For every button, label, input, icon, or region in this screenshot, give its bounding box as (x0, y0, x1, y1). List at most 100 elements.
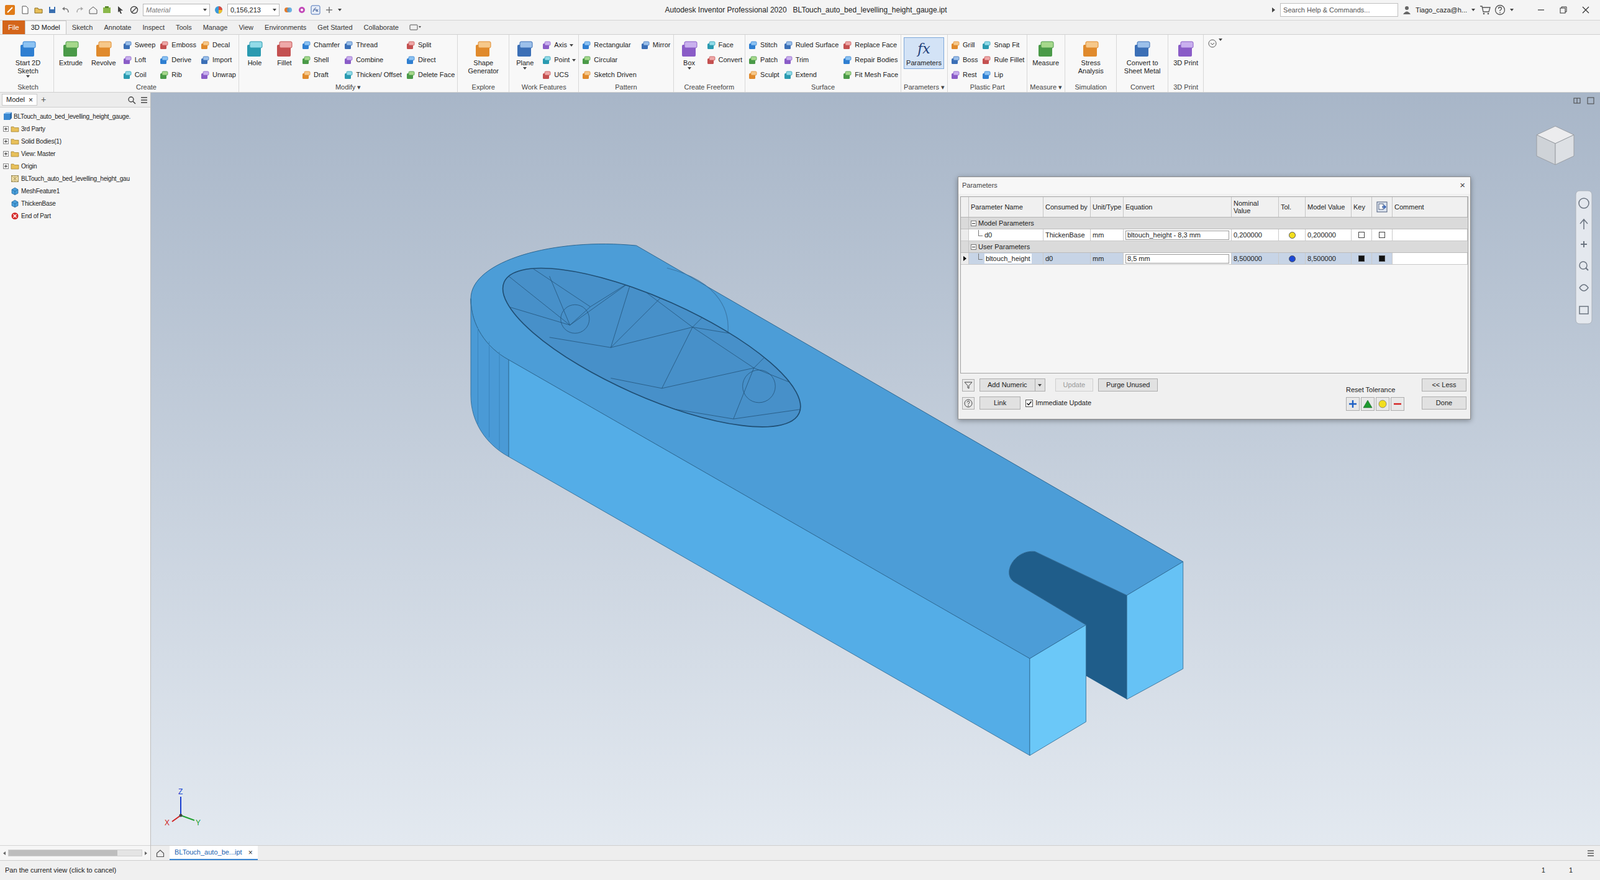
graphics-viewport[interactable]: ZXYParameters×Parameter NameConsumed byU… (150, 92, 1600, 845)
less-button[interactable]: << Less (1421, 378, 1467, 392)
axis-button[interactable]: Axis (541, 38, 576, 52)
browser-item[interactable]: ThickenBase (0, 196, 151, 210)
dialog-title-bar[interactable]: Parameters× (958, 177, 1471, 194)
split-button[interactable]: Split (405, 38, 455, 52)
column-header[interactable]: Parameter Name (968, 196, 1044, 217)
start-2d-sketch-button[interactable]: Start 2D Sketch (4, 37, 51, 80)
replace-face-button[interactable]: Replace Face (842, 38, 899, 52)
browser-item[interactable]: Origin (0, 159, 151, 173)
row-selector[interactable] (960, 252, 969, 265)
add-numeric-button[interactable]: Add Numeric (980, 378, 1035, 391)
direct-button[interactable]: Direct (405, 53, 455, 67)
browser-item[interactable]: Solid Bodies(1) (0, 134, 151, 148)
browser-item[interactable]: End of Part (0, 209, 151, 222)
column-header[interactable]: Consumed by (1043, 196, 1091, 217)
column-header[interactable]: Equation (1123, 196, 1232, 217)
add-numeric-split-button[interactable]: Add Numeric (979, 378, 1046, 392)
key-cell[interactable] (1351, 252, 1373, 265)
ribbon-tab[interactable]: File (2, 20, 25, 35)
ribbon-tab[interactable]: Manage (197, 20, 234, 35)
checkbox[interactable] (1025, 399, 1033, 407)
rule-fillet-button[interactable]: Rule Fillet (981, 53, 1025, 67)
column-header[interactable]: Tol. (1278, 196, 1306, 217)
tolerance-cell[interactable] (1278, 229, 1306, 241)
grill-button[interactable]: Grill (950, 38, 978, 52)
ruled-surface-button[interactable]: Ruled Surface (783, 38, 840, 52)
dialog-close-button[interactable]: × (1459, 178, 1467, 193)
ribbon-tab[interactable]: Collaborate (358, 20, 405, 35)
add-numeric-menu[interactable] (1034, 378, 1045, 391)
reset-tolerance-button[interactable] (1375, 396, 1390, 411)
help-button[interactable] (962, 396, 975, 410)
decal-button[interactable]: Decal (200, 38, 237, 52)
3d-print-button[interactable]: 3D Print (1170, 37, 1201, 69)
expand-toggle[interactable] (3, 150, 9, 157)
parameter-group-row[interactable]: User Parameters (960, 240, 1468, 253)
derive-button[interactable]: Derive (159, 53, 197, 67)
expand-toggle[interactable] (3, 138, 9, 145)
snap-fit-button[interactable]: Snap Fit (981, 38, 1025, 52)
rest-button[interactable]: Rest (950, 68, 978, 82)
parameter-group-row[interactable]: Model Parameters (960, 217, 1468, 230)
comment-cell[interactable] (1392, 229, 1468, 241)
unit-cell[interactable]: mm (1090, 229, 1124, 241)
rib-button[interactable]: Rib (159, 68, 197, 82)
document-tab[interactable]: BLTouch_auto_be...ipt× (169, 845, 258, 860)
shell-button[interactable]: Shell (301, 53, 340, 67)
reset-tolerance-button[interactable] (1360, 396, 1375, 411)
rectangular-button[interactable]: Rectangular (581, 38, 637, 52)
reset-tolerance-button[interactable] (1345, 396, 1360, 411)
document-list-button[interactable] (1581, 845, 1600, 860)
unit-cell[interactable]: mm (1090, 252, 1124, 265)
tolerance-dot[interactable] (1288, 255, 1296, 263)
parameter-row[interactable]: bltouch_heightd0mm8,5 mm8,5000008,500000 (960, 252, 1468, 265)
delete-face-button[interactable]: Delete Face (405, 68, 455, 82)
column-header[interactable] (1372, 196, 1393, 217)
convert-to-sheet-metal-button[interactable]: Convert to Sheet Metal (1119, 37, 1166, 78)
measure-button[interactable]: Measure (1029, 37, 1062, 69)
group-toggle[interactable] (970, 244, 977, 250)
extrude-button[interactable]: Extrude (56, 37, 86, 69)
scrollbar-track[interactable] (8, 849, 143, 856)
chamfer-button[interactable]: Chamfer (301, 38, 340, 52)
fit-mesh-face-button[interactable]: Fit Mesh Face (842, 68, 899, 82)
thicken-offset-button[interactable]: Thicken/ Offset (343, 68, 402, 82)
equation-cell[interactable]: 8,5 mm (1123, 252, 1232, 265)
group-toggle[interactable] (970, 220, 977, 227)
browser-item[interactable]: 3rd Party (0, 122, 151, 135)
name-cell[interactable]: bltouch_height (968, 252, 1044, 265)
draft-button[interactable]: Draft (301, 68, 340, 82)
column-header[interactable]: Unit/Type (1090, 196, 1124, 217)
repair-bodies-button[interactable]: Repair Bodies (842, 53, 899, 67)
extend-button[interactable]: Extend (783, 68, 840, 82)
export-cell[interactable] (1372, 252, 1393, 265)
column-header[interactable]: Nominal Value (1231, 196, 1279, 217)
equation-cell[interactable]: bltouch_height - 8,3 mm (1123, 229, 1232, 241)
scrollbar-thumb[interactable] (8, 849, 118, 856)
browser-item[interactable]: BLTouch_auto_bed_levelling_height_gauge. (0, 109, 151, 123)
ribbon-options[interactable] (404, 20, 422, 35)
browser-scrollbar[interactable] (0, 844, 151, 860)
expand-toggle[interactable] (3, 126, 9, 132)
comment-cell[interactable] (1392, 252, 1468, 265)
stitch-button[interactable]: Stitch (747, 38, 780, 52)
export-cell[interactable] (1372, 229, 1393, 241)
hole-button[interactable]: Hole (241, 37, 268, 69)
unwrap-button[interactable]: Unwrap (200, 68, 237, 82)
browser-tab[interactable]: Model× (1, 93, 38, 106)
parameters-button[interactable]: fxParameters (903, 37, 945, 69)
shape-generator-button[interactable]: Shape Generator (460, 37, 507, 78)
boss-button[interactable]: Boss (950, 53, 978, 67)
column-header[interactable]: Key (1351, 196, 1373, 217)
ribbon-tab[interactable]: Tools (170, 20, 198, 35)
point-button[interactable]: Point (541, 53, 576, 67)
trim-button[interactable]: Trim (783, 53, 840, 67)
done-button[interactable]: Done (1421, 396, 1467, 410)
patch-button[interactable]: Patch (747, 53, 780, 67)
export-checkbox[interactable] (1378, 255, 1386, 262)
filter-button[interactable] (962, 378, 975, 392)
convert-button[interactable]: Convert (706, 53, 743, 67)
ribbon-tab[interactable]: Environments (259, 20, 312, 35)
key-cell[interactable] (1351, 229, 1373, 241)
import-button[interactable]: Import (200, 53, 237, 67)
